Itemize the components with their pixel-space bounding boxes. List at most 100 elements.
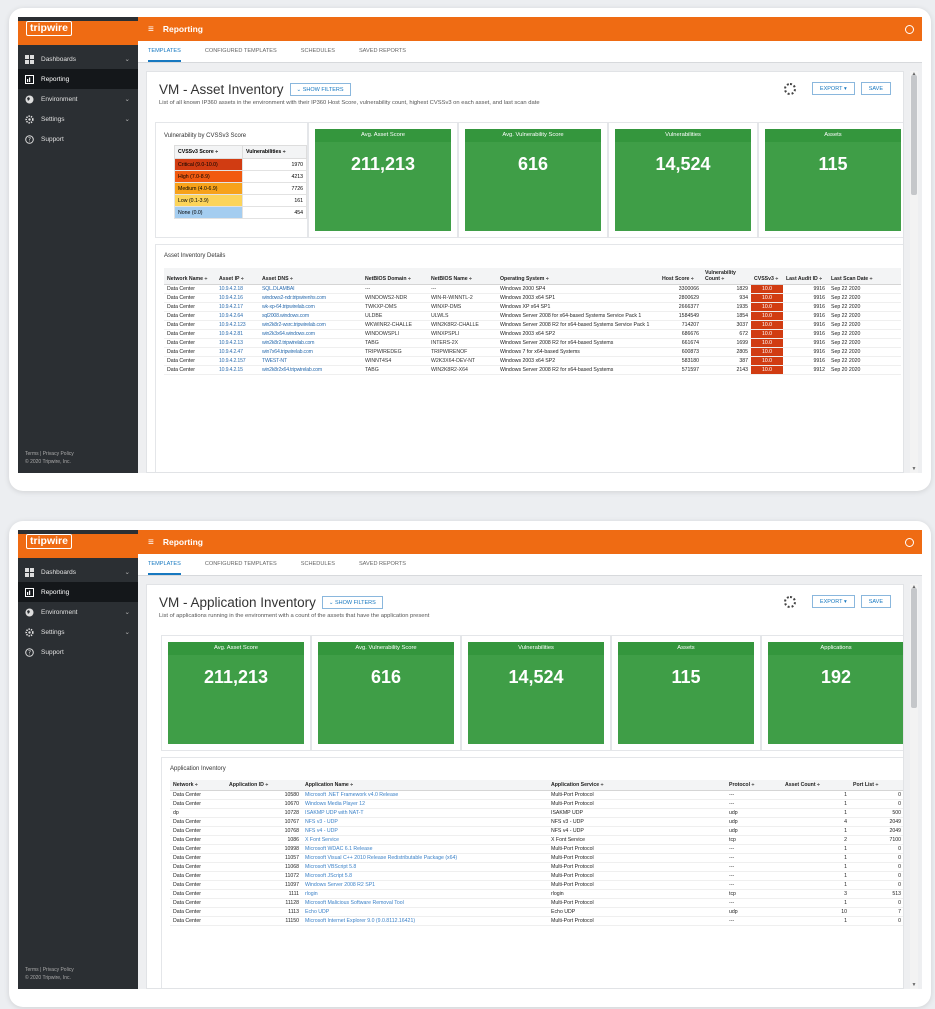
tab-templates[interactable]: TEMPLATES [148,554,181,575]
tab-configured-templates[interactable]: CONFIGURED TEMPLATES [205,554,277,575]
table-row[interactable]: Data Center 10768 NFS v4 - UDP NFS v4 - UDP… [170,826,903,836]
table-row[interactable]: Data Center 10.9.4.2.15 win2k8r2x64.tripwi… [164,365,901,375]
show-filters-button[interactable]: ⌄ SHOW FILTERS [289,83,351,96]
tab-saved-reports[interactable]: SAVED REPORTS [359,554,406,575]
sidebar-item-support[interactable]: ? Support [18,642,138,662]
cell-asset-dns[interactable]: win2k8r2.tripwirelab.com [259,338,362,348]
cell-application-name[interactable]: Microsoft WDAC 6.1 Release [302,844,548,854]
table-row[interactable]: Data Center 11057 Microsoft Visual C++ 201… [170,853,903,863]
export-button[interactable]: EXPORT ▾ [811,595,855,608]
column-header-asset-dns[interactable]: Asset DNS ÷ [259,268,362,285]
settings-gear-icon[interactable] [783,82,796,95]
cell-application-name[interactable]: Windows Media Player 12 [302,799,548,809]
tab-schedules[interactable]: SCHEDULES [301,554,335,575]
sidebar-item-environment[interactable]: Environment ⌄ [18,89,138,109]
tab-saved-reports[interactable]: SAVED REPORTS [359,41,406,62]
table-row[interactable]: Data Center 10670 Windows Media Player 12 M… [170,799,903,809]
table-row[interactable]: Data Center 11072 Microsoft JScript 5.8 Mul… [170,871,903,881]
sidebar-item-environment[interactable]: Environment ⌄ [18,602,138,622]
save-button[interactable]: SAVE [860,595,891,608]
cell-asset-dns[interactable]: SQL.DLAMBAI [259,284,362,294]
table-row[interactable]: Data Center 10580 Microsoft .NET Framework… [170,790,903,800]
cell-asset-ip[interactable]: 10.9.4.2.47 [216,347,259,357]
table-row[interactable]: Data Center 10.9.4.2.16 windows2-ndr.tripw… [164,293,901,303]
sidebar-item-reporting[interactable]: Reporting [18,582,138,602]
column-header-host-score[interactable]: Host Score ÷ [659,268,702,285]
table-row[interactable]: Data Center 10.9.4.2.13 win2k8r2.tripwirel… [164,338,901,348]
column-header-netbios-domain[interactable]: NetBIOS Domain ÷ [362,268,428,285]
table-row[interactable]: Data Center 10.9.4.2.81 win2k3x64.windows.… [164,329,901,339]
cell-application-name[interactable]: Microsoft Internet Explorer 9.0 (9.0.811… [302,916,548,926]
column-header-operating-system[interactable]: Operating System ÷ [497,268,659,285]
cell-asset-dns[interactable]: sql2008.windows.com [259,311,362,321]
save-button[interactable]: SAVE [860,82,891,95]
cell-asset-ip[interactable]: 10.9.4.2.16 [216,293,259,303]
tripwire-logo[interactable]: tripwire [18,534,138,558]
column-header-asset-ip[interactable]: Asset IP ÷ [216,268,259,285]
table-row[interactable]: Data Center 10.9.4.2.123 win2k8r2-wsrc.tri… [164,320,901,330]
cell-application-name[interactable]: rlogin [302,889,548,899]
table-row[interactable]: Data Center 11097 Windows Server 2008 R2 S… [170,880,903,890]
column-header-network[interactable]: Network ÷ [170,780,226,791]
column-header-asset-count[interactable]: Asset Count ÷ [782,780,850,791]
cell-asset-ip[interactable]: 10.9.4.2.13 [216,338,259,348]
terms-privacy-links[interactable]: Terms | Privacy Policy [25,967,74,975]
table-row[interactable]: Data Center 10998 Microsoft WDAC 6.1 Relea… [170,844,903,854]
cell-asset-ip[interactable]: 10.9.4.2.15 [216,365,259,375]
column-header-last-scan-date[interactable]: Last Scan Date ÷ [828,268,901,285]
cell-asset-ip[interactable]: 10.9.4.2.157 [216,356,259,366]
sidebar-item-dashboards[interactable]: Dashboards ⌄ [18,562,138,582]
sidebar-item-dashboards[interactable]: Dashboards ⌄ [18,49,138,69]
table-row[interactable]: Data Center 10.9.4.2.157 TWEST-NT WINNT4S4 W… [164,356,901,366]
cell-application-name[interactable]: Windows Server 2008 R2 SP1 [302,880,548,890]
show-filters-button[interactable]: ⌄ SHOW FILTERS [321,596,383,609]
column-header-protocol[interactable]: Protocol ÷ [726,780,782,791]
column-header-application-service[interactable]: Application Service ÷ [548,780,726,791]
cell-application-name[interactable]: Echo UDP [302,907,548,917]
column-header-last-audit-id[interactable]: Last Audit ID ÷ [783,268,828,285]
table-row[interactable]: Data Center 10.9.4.2.17 wk-xp-64.tripwirel… [164,302,901,312]
column-header-application-id[interactable]: Application ID ÷ [226,780,302,791]
cell-asset-ip[interactable]: 10.9.4.2.123 [216,320,259,330]
user-icon[interactable] [905,537,914,547]
cell-asset-ip[interactable]: 10.9.4.2.17 [216,302,259,312]
table-row[interactable]: Data Center 11150 Microsoft Internet Explo… [170,916,903,926]
cvss-header-vulns[interactable]: Vulnerabilities ÷ [242,145,307,159]
cell-asset-ip[interactable]: 10.9.4.2.18 [216,284,259,294]
sidebar-item-support[interactable]: ? Support [18,129,138,149]
cell-asset-dns[interactable]: win2k8r2-wsrc.tripwirelab.com [259,320,362,330]
vertical-scrollbar[interactable]: ▲ ▼ [910,584,918,989]
column-header-vulnerability-count[interactable]: Vulnerability Count ÷ [702,268,751,285]
cell-application-name[interactable]: NFS v3 - UDP [302,817,548,827]
sidebar-item-settings[interactable]: Settings ⌄ [18,109,138,129]
cell-application-name[interactable]: NFS v4 - UDP [302,826,548,836]
table-row[interactable]: Data Center 11128 Microsoft Malicious Soft… [170,898,903,908]
cell-asset-dns[interactable]: win2k3x64.windows.com [259,329,362,339]
terms-privacy-links[interactable]: Terms | Privacy Policy [25,451,74,459]
column-header-netbios-name[interactable]: NetBIOS Name ÷ [428,268,497,285]
export-button[interactable]: EXPORT ▾ [811,82,855,95]
table-row[interactable]: Data Center 10767 NFS v3 - UDP NFS v3 - UDP… [170,817,903,827]
cell-application-name[interactable]: ISAKMP UDP with NAT-T [302,808,548,818]
tab-configured-templates[interactable]: CONFIGURED TEMPLATES [205,41,277,62]
tab-schedules[interactable]: SCHEDULES [301,41,335,62]
table-row[interactable]: Data Center 1111 rlogin rlogin tcp 3 513 [170,889,903,899]
column-header-cvssv3[interactable]: CVSSv3 ÷ [751,268,783,285]
column-header-application-name[interactable]: Application Name ÷ [302,780,548,791]
tab-templates[interactable]: TEMPLATES [148,41,181,62]
table-row[interactable]: Data Center 10.9.4.2.18 SQL.DLAMBAI --- --- W… [164,284,901,294]
cell-application-name[interactable]: Microsoft Visual C++ 2010 Release Redist… [302,853,548,863]
cvss-header-score[interactable]: CVSSv3 Score ÷ [174,145,243,159]
cell-asset-ip[interactable]: 10.9.4.2.64 [216,311,259,321]
cell-application-name[interactable]: Microsoft VBScript 5.8 [302,862,548,872]
cell-asset-ip[interactable]: 10.9.4.2.81 [216,329,259,339]
cell-asset-dns[interactable]: win2k8r2x64.tripwirelab.com [259,365,362,375]
table-row[interactable]: Data Center 11068 Microsoft VBScript 5.8 Mu… [170,862,903,872]
cell-application-name[interactable]: Microsoft .NET Framework v4.0 Release [302,790,548,800]
cell-application-name[interactable]: X Font Service [302,835,548,845]
tripwire-logo[interactable]: tripwire [18,21,138,45]
cell-asset-dns[interactable]: windows2-ndr.tripwirenhs.com [259,293,362,303]
vertical-scrollbar[interactable]: ▲ ▼ [910,71,918,473]
table-row[interactable]: Data Center 1113 Echo UDP Echo UDP udp 10 7 [170,907,903,917]
cell-asset-dns[interactable]: win7x64.tripwirelab.com [259,347,362,357]
